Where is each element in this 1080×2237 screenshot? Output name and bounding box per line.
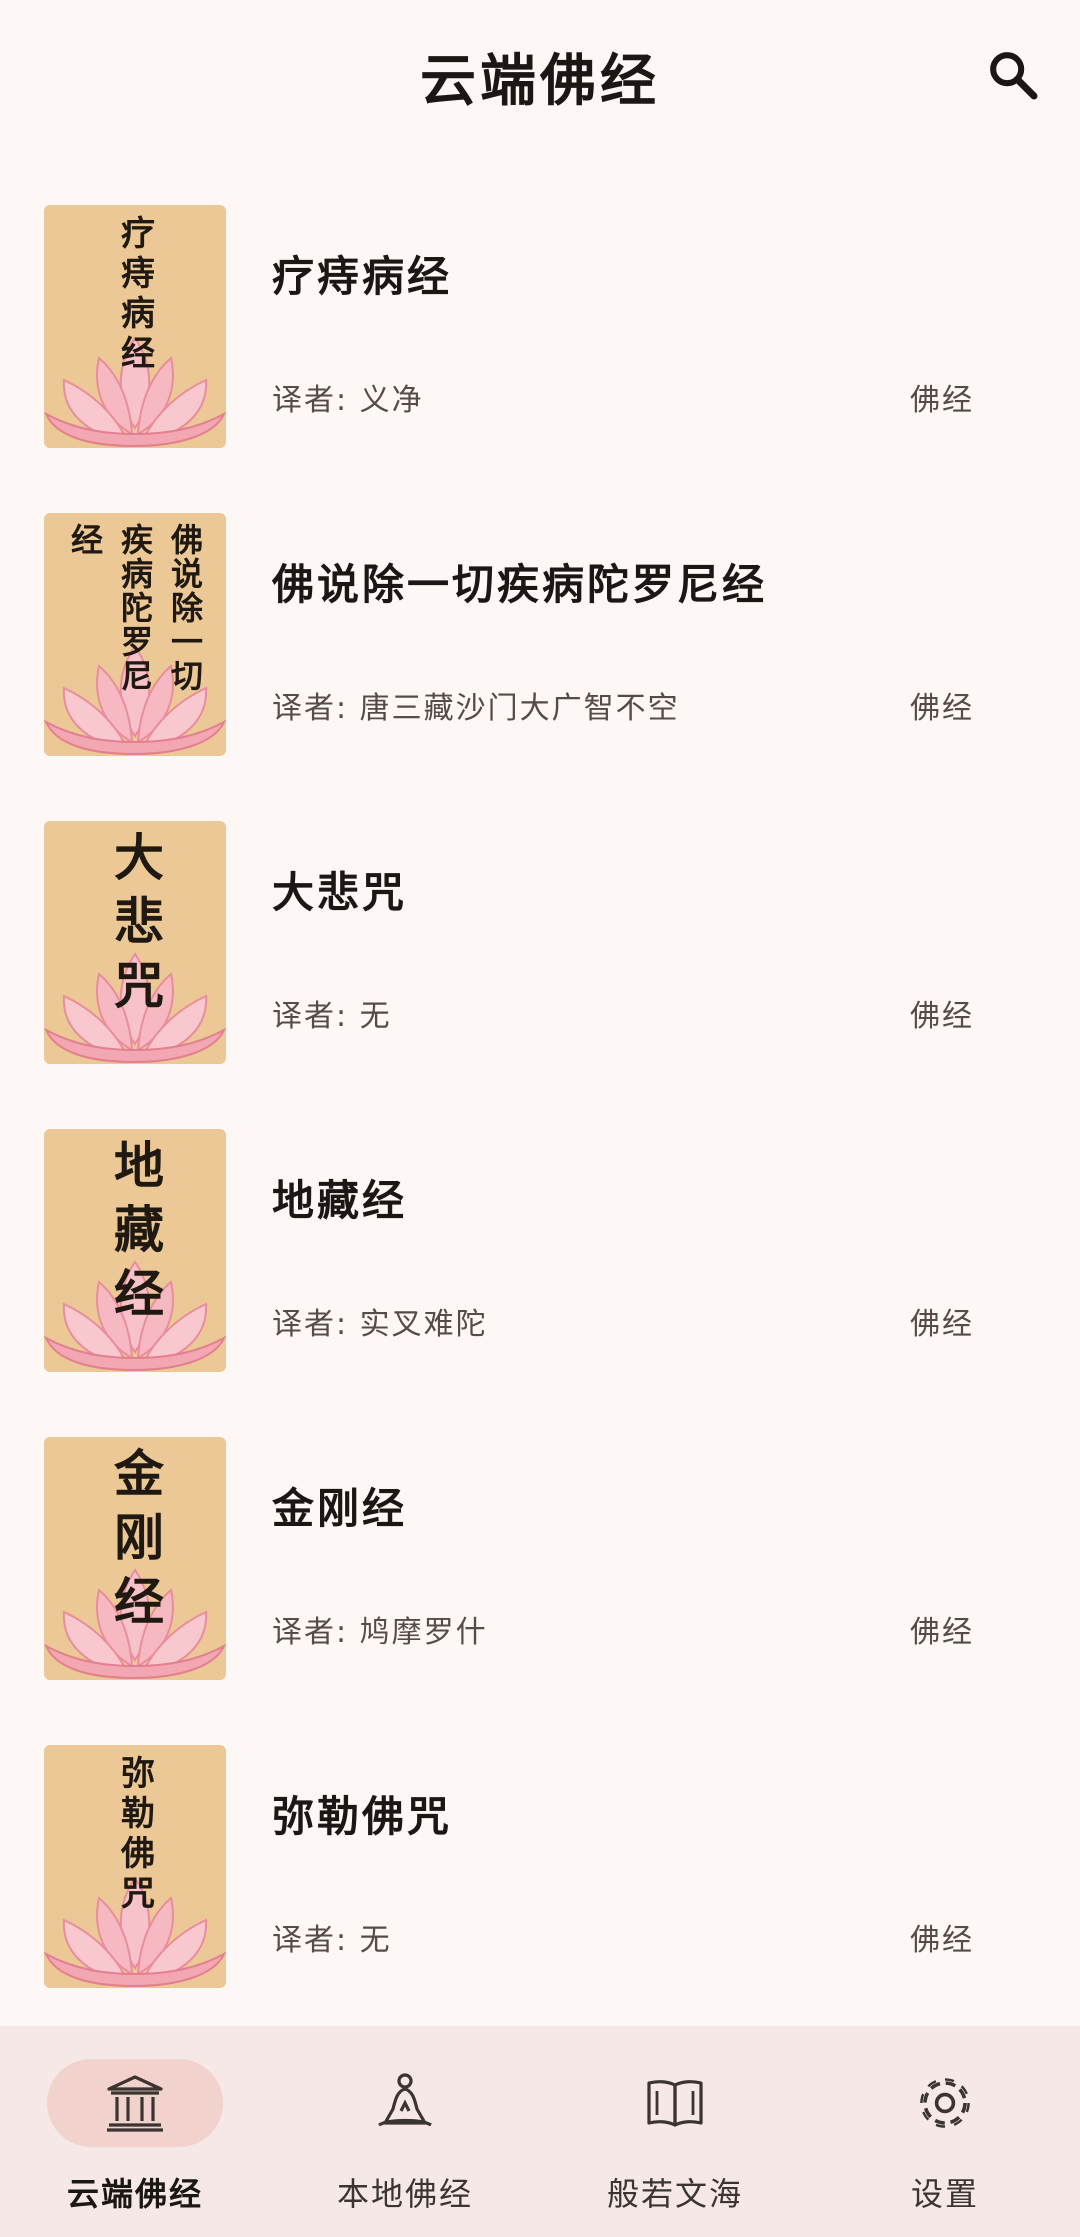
sutra-title: 金刚经: [272, 1484, 408, 1533]
sutra-list-item[interactable]: 弥勒佛咒 弥勒佛咒 译者: 无 佛经: [0, 1745, 1080, 2053]
gear-icon: [920, 2078, 970, 2128]
sutra-title: 疗痔病经: [272, 252, 453, 301]
active-indicator: [47, 2059, 223, 2147]
sutra-translator: 译者: 无: [272, 999, 392, 1034]
sutra-translator: 译者: 鸠摩罗什: [272, 1615, 488, 1650]
top-app-bar: 云端佛经: [0, 0, 1080, 150]
cover-column: 疾病陀罗尼: [116, 523, 154, 693]
sutra-translator: 译者: 实叉难陀: [272, 1307, 488, 1342]
tab-cloud-sutras[interactable]: 云端佛经: [0, 2026, 270, 2237]
cover-title: 佛说除一切 疾病陀罗尼 经: [44, 523, 226, 748]
page-title: 云端佛经: [420, 49, 660, 114]
tab-label: 设置: [910, 2175, 979, 2213]
sutra-cover: 弥勒佛咒: [44, 1745, 226, 1988]
sutra-cover: 佛说除一切 疾病陀罗尼 经: [44, 513, 226, 756]
open-book-icon: [647, 2080, 703, 2127]
sutra-list: 疗痔病经 疗痔病经 译者: 义净 佛经 佛说除一切 疾病陀罗尼 经 佛说除一切疾: [0, 205, 1080, 2053]
sutra-cover: 疗痔病经: [44, 205, 226, 448]
sutra-list-item[interactable]: 金刚经 金刚经 译者: 鸠摩罗什 佛经: [0, 1437, 1080, 1745]
sutra-title: 地藏经: [272, 1176, 408, 1225]
sutra-list-item[interactable]: 大悲咒 大悲咒 译者: 无 佛经: [0, 821, 1080, 1129]
tab-icon-container: [857, 2059, 1033, 2147]
tab-icon-container: [587, 2059, 763, 2147]
sutra-list-item[interactable]: 佛说除一切 疾病陀罗尼 经 佛说除一切疾病陀罗尼经 译者: 唐三藏沙门大广智不空…: [0, 513, 1080, 821]
sutra-category: 佛经: [910, 999, 974, 1034]
sutra-title: 佛说除一切疾病陀罗尼经: [272, 560, 768, 609]
sutra-list-item[interactable]: 地藏经 地藏经 译者: 实叉难陀 佛经: [0, 1129, 1080, 1437]
sutra-category: 佛经: [910, 1615, 974, 1650]
tab-prajna-literature[interactable]: 般若文海: [540, 2026, 810, 2237]
cover-column: 经: [66, 523, 104, 557]
cover-title: 疗痔病经: [44, 215, 226, 440]
cover-column: 佛说除一切: [166, 523, 204, 693]
cover-column: 疗痔病经: [114, 215, 155, 375]
meditating-person-icon: [378, 2073, 432, 2127]
sutra-category: 佛经: [910, 1923, 974, 1958]
sutra-cover: 大悲咒: [44, 821, 226, 1064]
bottom-navigation: 云端佛经 本地佛经 般若文海 设置: [0, 2026, 1080, 2237]
sutra-title: 大悲咒: [272, 868, 408, 917]
cover-column: 地藏经: [106, 1139, 164, 1331]
cover-title: 地藏经: [44, 1139, 226, 1364]
cover-column: 弥勒佛咒: [114, 1755, 155, 1915]
sutra-translator: 译者: 无: [272, 1923, 392, 1958]
sutra-category: 佛经: [910, 691, 974, 726]
temple-icon: [107, 2075, 163, 2132]
tab-label: 般若文海: [606, 2175, 743, 2213]
sutra-list-item[interactable]: 疗痔病经 疗痔病经 译者: 义净 佛经: [0, 205, 1080, 513]
cover-title: 金刚经: [44, 1447, 226, 1672]
tab-icon-container: [317, 2059, 493, 2147]
sutra-cover: 地藏经: [44, 1129, 226, 1372]
sutra-title: 弥勒佛咒: [272, 1792, 453, 1841]
tab-settings[interactable]: 设置: [810, 2026, 1080, 2237]
sutra-translator: 译者: 唐三藏沙门大广智不空: [272, 691, 680, 726]
search-button[interactable]: [980, 42, 1046, 108]
cover-title: 弥勒佛咒: [44, 1755, 226, 1980]
tab-label: 本地佛经: [336, 2175, 473, 2213]
sutra-category: 佛经: [910, 1307, 974, 1342]
sutra-translator: 译者: 义净: [272, 383, 424, 418]
tab-label: 云端佛经: [66, 2175, 203, 2213]
cover-title: 大悲咒: [44, 831, 226, 1056]
sutra-cover: 金刚经: [44, 1437, 226, 1680]
sutra-category: 佛经: [910, 383, 974, 418]
search-icon: [990, 52, 1038, 100]
cover-column: 金刚经: [106, 1447, 164, 1639]
cover-column: 大悲咒: [106, 831, 164, 1023]
tab-local-sutras[interactable]: 本地佛经: [270, 2026, 540, 2237]
